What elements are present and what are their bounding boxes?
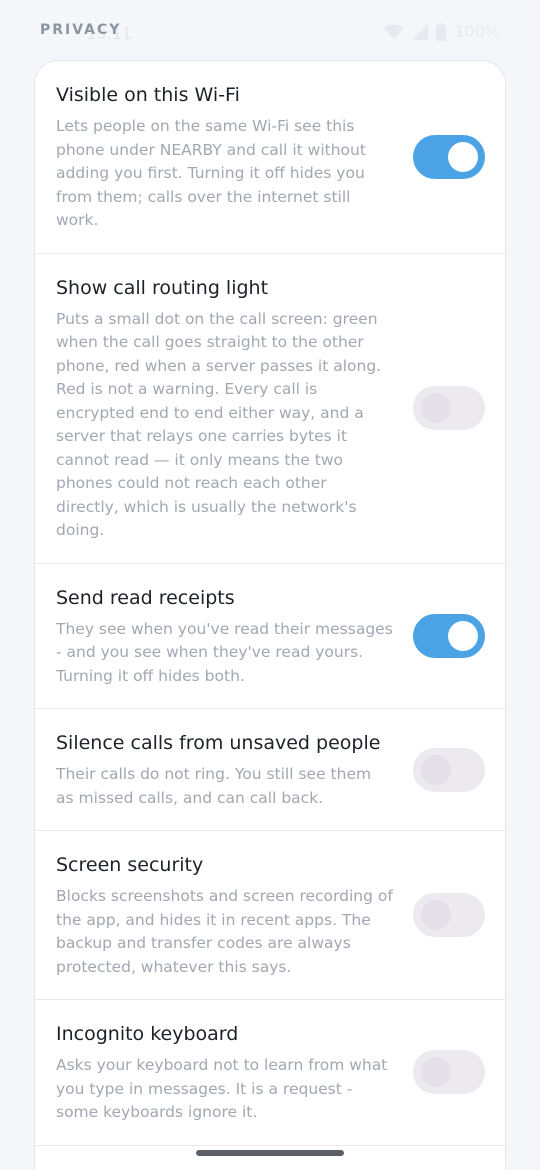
battery-percentage: 100% (454, 22, 500, 41)
setting-row-screen-security: Screen security Blocks screenshots and s… (35, 831, 505, 1000)
setting-description: They see when you've read their messages… (56, 619, 393, 685)
toggle-knob (448, 620, 478, 651)
setting-description: Lets people on the same Wi-Fi see this p… (56, 117, 366, 229)
silence-unsaved-toggle[interactable] (413, 747, 485, 792)
settings-card: Visible on this Wi-Fi Lets people on the… (34, 60, 506, 1170)
toggle-knob (448, 141, 478, 172)
wifi-icon (384, 24, 405, 39)
setting-title: Silence calls from unsaved people (56, 732, 381, 754)
setting-title: Screen security (56, 854, 204, 876)
toggle-knob (421, 1057, 451, 1088)
toggle-knob (421, 754, 451, 785)
setting-title: Send read receipts (56, 586, 235, 609)
setting-row-read-receipts: Send read receipts They see when you've … (35, 564, 505, 709)
read-receipts-toggle[interactable] (413, 613, 485, 658)
setting-title: Visible on this Wi-Fi (56, 84, 240, 106)
section-title: PRIVACY (40, 22, 122, 38)
setting-row-incognito-keyboard: Incognito keyboard Asks your keyboard no… (35, 1000, 505, 1146)
privacy-settings-screen: 13:11 100% PRIVACY Visible on this Wi-Fi… (0, 0, 540, 1170)
battery-icon (436, 22, 447, 41)
status-icons: 100% (384, 22, 500, 41)
toggle-knob (421, 393, 451, 423)
setting-row-call-routing-light: Show call routing light Puts a small dot… (35, 254, 505, 564)
setting-description: Asks your keyboard not to learn from wha… (56, 1056, 388, 1121)
setting-description: Puts a small dot on the call screen: gre… (56, 309, 382, 540)
setting-title: Incognito keyboard (56, 1023, 239, 1045)
toggle-knob (421, 900, 451, 930)
incognito-keyboard-toggle[interactable] (413, 1050, 485, 1095)
setting-row-visible-on-wifi: Visible on this Wi-Fi Lets people on the… (35, 61, 505, 254)
setting-description: Their calls do not ring. You still see t… (56, 765, 372, 807)
signal-icon (412, 23, 429, 40)
setting-description: Blocks screenshots and screen recording … (56, 887, 393, 976)
screen-security-toggle[interactable] (413, 893, 485, 937)
visible-on-wifi-toggle[interactable] (413, 134, 485, 179)
home-indicator[interactable] (196, 1150, 344, 1156)
setting-row-silence-unsaved: Silence calls from unsaved people Their … (35, 709, 505, 831)
call-routing-light-toggle[interactable] (413, 386, 485, 430)
setting-title: Show call routing light (56, 276, 269, 299)
